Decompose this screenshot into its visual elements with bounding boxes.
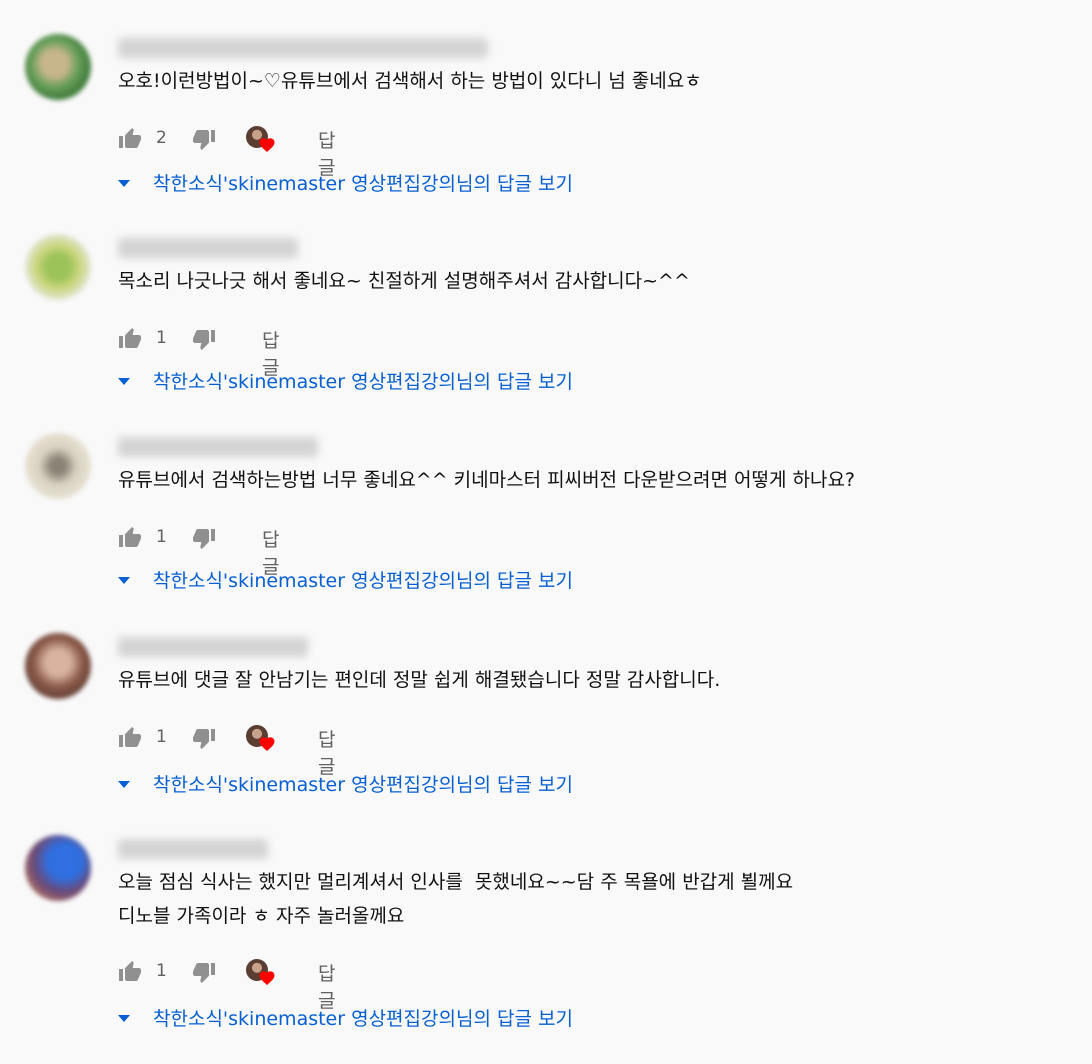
like-button[interactable] bbox=[118, 957, 142, 987]
thumbs-down-icon bbox=[193, 330, 215, 350]
thumbs-down-icon bbox=[193, 963, 215, 983]
like-button[interactable] bbox=[118, 324, 142, 354]
view-replies-toggle[interactable]: 착한소식'skinemaster 영상편집강의님의 답글 보기 bbox=[118, 168, 573, 196]
dislike-button[interactable] bbox=[192, 957, 216, 987]
thumbs-down-icon bbox=[193, 130, 215, 150]
comment-text: 목소리 나긋나긋 해서 좋네요~ 친절하게 설명해주셔서 감사합니다~^^ bbox=[118, 270, 690, 292]
view-replies-label: 착한소식'skinemaster 영상편집강의님의 답글 보기 bbox=[153, 1007, 573, 1030]
like-count: 1 bbox=[156, 328, 167, 348]
like-button[interactable] bbox=[118, 124, 142, 154]
commenter-avatar[interactable] bbox=[25, 234, 91, 300]
like-button[interactable] bbox=[118, 523, 142, 553]
creator-heart-badge bbox=[246, 959, 276, 989]
author-name[interactable] bbox=[118, 637, 308, 657]
author-name[interactable] bbox=[118, 238, 298, 258]
comment-text: 오늘 점심 식사는 했지만 멀리계셔서 인사를 못했네요~~담 주 목욜에 반갑… bbox=[118, 871, 794, 927]
dislike-button[interactable] bbox=[192, 723, 216, 753]
creator-heart-badge bbox=[246, 126, 276, 156]
thumbs-down-icon bbox=[193, 529, 215, 549]
view-replies-label: 착한소식'skinemaster 영상편집강의님의 답글 보기 bbox=[153, 370, 573, 393]
creator-heart-badge bbox=[246, 725, 276, 755]
author-name[interactable] bbox=[118, 839, 268, 859]
caret-down-icon bbox=[118, 378, 130, 385]
heart-icon bbox=[259, 138, 275, 153]
like-count: 1 bbox=[156, 527, 167, 547]
author-name[interactable] bbox=[118, 437, 318, 457]
thumbs-up-icon bbox=[119, 128, 141, 148]
thumbs-up-icon bbox=[119, 328, 141, 348]
dislike-button[interactable] bbox=[192, 523, 216, 553]
like-button[interactable] bbox=[118, 723, 142, 753]
heart-icon bbox=[259, 971, 275, 986]
like-count: 1 bbox=[156, 727, 167, 747]
commenter-avatar[interactable] bbox=[25, 835, 91, 901]
view-replies-label: 착한소식'skinemaster 영상편집강의님의 답글 보기 bbox=[153, 172, 573, 195]
view-replies-label: 착한소식'skinemaster 영상편집강의님의 답글 보기 bbox=[153, 773, 573, 796]
view-replies-toggle[interactable]: 착한소식'skinemaster 영상편집강의님의 답글 보기 bbox=[118, 366, 573, 394]
dislike-button[interactable] bbox=[192, 124, 216, 154]
caret-down-icon bbox=[118, 577, 130, 584]
thumbs-up-icon bbox=[119, 527, 141, 547]
comment-text: 유튜브에서 검색하는방법 너무 좋네요^^ 키네마스터 피씨버전 다운받으려면 … bbox=[118, 469, 856, 491]
commenter-avatar[interactable] bbox=[25, 633, 91, 699]
thumbs-up-icon bbox=[119, 961, 141, 981]
view-replies-toggle[interactable]: 착한소식'skinemaster 영상편집강의님의 답글 보기 bbox=[118, 565, 573, 593]
caret-down-icon bbox=[118, 180, 130, 187]
dislike-button[interactable] bbox=[192, 324, 216, 354]
like-count: 2 bbox=[156, 128, 167, 148]
view-replies-toggle[interactable]: 착한소식'skinemaster 영상편집강의님의 답글 보기 bbox=[118, 1003, 573, 1031]
view-replies-label: 착한소식'skinemaster 영상편집강의님의 답글 보기 bbox=[153, 569, 573, 592]
commenter-avatar[interactable] bbox=[25, 433, 91, 499]
heart-icon bbox=[259, 737, 275, 752]
caret-down-icon bbox=[118, 781, 130, 788]
like-count: 1 bbox=[156, 961, 167, 981]
view-replies-toggle[interactable]: 착한소식'skinemaster 영상편집강의님의 답글 보기 bbox=[118, 769, 573, 797]
caret-down-icon bbox=[118, 1015, 130, 1022]
comment-text: 오호!이런방법이~♡유튜브에서 검색해서 하는 방법이 있다니 넘 좋네요ㅎ bbox=[118, 70, 702, 92]
commenter-avatar[interactable] bbox=[25, 34, 91, 100]
author-name[interactable] bbox=[118, 38, 488, 58]
thumbs-down-icon bbox=[193, 729, 215, 749]
comment-text: 유튜브에 댓글 잘 안남기는 편인데 정말 쉽게 해결됐습니다 정말 감사합니다… bbox=[118, 669, 721, 691]
thumbs-up-icon bbox=[119, 727, 141, 747]
